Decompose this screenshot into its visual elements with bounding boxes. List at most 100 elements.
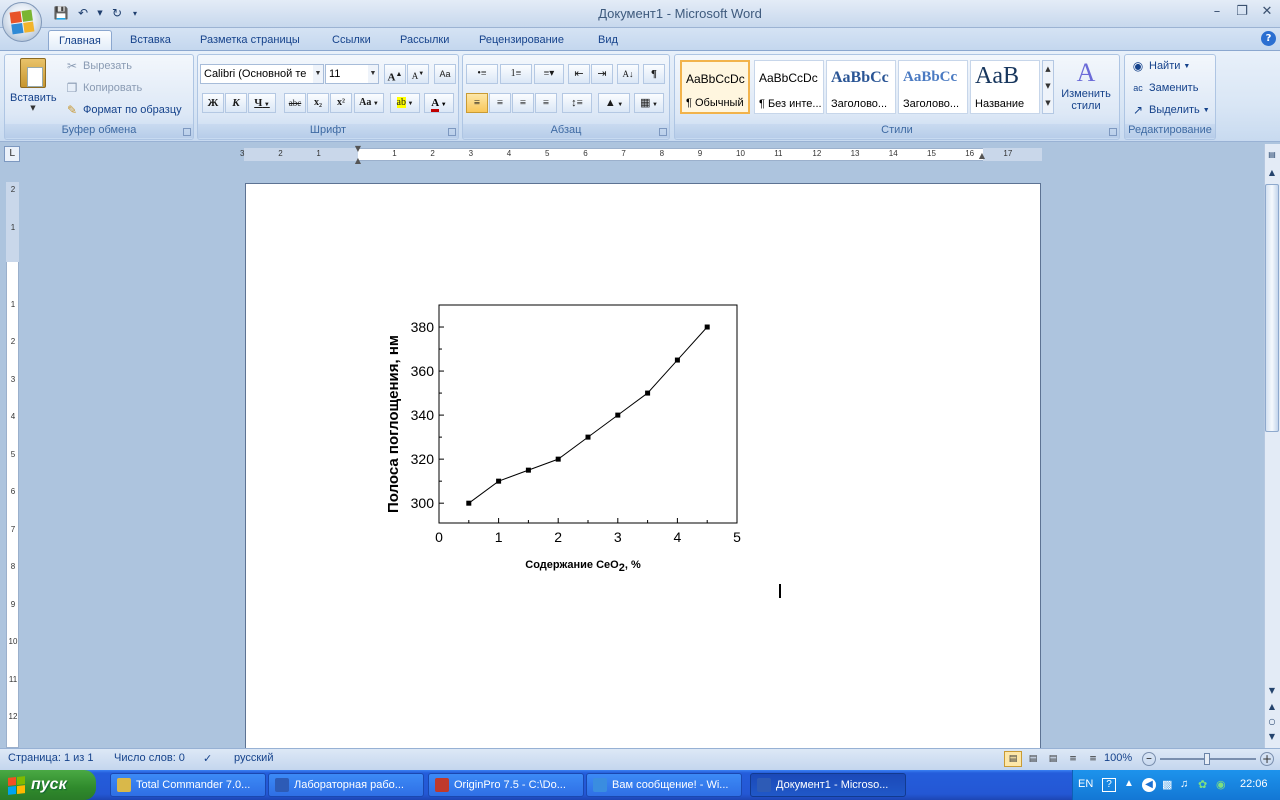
underline-button[interactable]: Ч ▼ (248, 93, 276, 113)
language-indicator[interactable]: русский (234, 752, 273, 764)
right-indent-marker[interactable]: ▲ (976, 151, 988, 160)
cut-button[interactable]: ✂ Вырезать (64, 58, 132, 74)
scroll-thumb[interactable] (1265, 184, 1279, 432)
clock[interactable]: 22:06 (1240, 778, 1268, 790)
tab-view[interactable]: Вид (588, 30, 628, 50)
taskbar-task-button[interactable]: OriginPro 7.5 - C:\Do... (428, 773, 584, 797)
style-heading-1[interactable]: AaBbCc Заголово... (826, 60, 896, 114)
zoom-out-button[interactable]: – (1142, 752, 1156, 766)
font-launcher-icon[interactable] (448, 128, 456, 136)
sort-button[interactable]: A↓ (617, 64, 639, 84)
decrease-indent-button[interactable]: ⇤ (568, 64, 590, 84)
font-color-button[interactable]: A ▼ (424, 93, 454, 113)
first-line-indent-marker[interactable]: ▼ (352, 145, 364, 153)
tab-review[interactable]: Рецензирование (469, 30, 574, 50)
clipboard-launcher-icon[interactable] (183, 128, 191, 136)
vertical-ruler[interactable] (6, 182, 19, 748)
font-size-select[interactable]: 11 ▼ (325, 64, 379, 84)
paste-button[interactable]: Вставить ▼ (10, 58, 57, 120)
next-page-button[interactable]: ▼ (1265, 730, 1279, 744)
word-count[interactable]: Число слов: 0 (114, 752, 185, 764)
paragraph-launcher-icon[interactable] (659, 128, 667, 136)
format-painter-button[interactable]: ✎ Формат по образцу (64, 102, 182, 118)
style-no-spacing[interactable]: AaBbCcDc ¶ Без инте... (754, 60, 824, 114)
style-normal[interactable]: AaBbCcDc ¶ Обычный (680, 60, 750, 114)
tab-home[interactable]: Главная (48, 30, 112, 50)
clear-formatting-button[interactable]: Aa (434, 64, 456, 84)
show-marks-button[interactable]: ¶ (643, 64, 665, 84)
strikethrough-button[interactable]: abc (284, 93, 306, 113)
volume-icon[interactable]: ♫ (1180, 778, 1188, 790)
view-ruler-toggle-icon[interactable]: ▤ (1265, 148, 1279, 162)
previous-page-button[interactable]: ▲ (1265, 700, 1279, 714)
web-layout-view-icon[interactable]: ▤ (1044, 751, 1062, 767)
tray-expand-icon[interactable]: ▲ (1124, 778, 1134, 789)
network-icon[interactable]: ▩ (1162, 778, 1172, 791)
superscript-button[interactable]: x² (330, 93, 352, 113)
start-button[interactable]: пуск (0, 770, 96, 800)
bullets-button[interactable]: •≡ (466, 64, 498, 84)
tab-references[interactable]: Ссылки (322, 30, 381, 50)
input-language[interactable]: EN (1078, 778, 1093, 790)
tray-collapse-icon[interactable]: ◀ (1142, 778, 1156, 792)
align-left-button[interactable]: ≡ (466, 93, 488, 113)
help-icon[interactable]: ? (1261, 31, 1276, 46)
select-browse-object-button[interactable]: ○ (1265, 715, 1279, 729)
style-heading-2[interactable]: AaBbCc Заголово... (898, 60, 968, 114)
styles-launcher-icon[interactable] (1109, 128, 1117, 136)
language-help-icon[interactable]: ? (1102, 778, 1116, 792)
line-spacing-button[interactable]: ↕≡ (562, 93, 592, 113)
bold-button[interactable]: Ж (202, 93, 224, 113)
tab-page-layout[interactable]: Разметка страницы (190, 30, 310, 50)
copy-button[interactable]: ❐ Копировать (64, 80, 143, 96)
print-layout-view-icon[interactable]: ▤ (1004, 751, 1022, 767)
outline-view-icon[interactable]: ≡ (1064, 751, 1082, 767)
proofing-icon[interactable]: ✓ (203, 752, 212, 765)
page-counter[interactable]: Страница: 1 из 1 (8, 752, 94, 764)
shrink-font-button[interactable]: A▼ (407, 64, 429, 84)
security-icon[interactable]: ◉ (1216, 778, 1226, 791)
change-styles-button[interactable]: A Изменить стили (1058, 58, 1114, 120)
multilevel-list-button[interactable]: ≡▾ (534, 64, 564, 84)
grow-font-button[interactable]: A▲ (384, 64, 406, 84)
close-button[interactable]: ✕ (1256, 4, 1278, 22)
scroll-down-button[interactable]: ▼ (1265, 684, 1279, 698)
office-button[interactable] (2, 2, 42, 42)
taskbar-task-button[interactable]: Total Commander 7.0... (110, 773, 266, 797)
select-button[interactable]: ↗ Выделить ▼ (1130, 102, 1210, 118)
taskbar-task-button[interactable]: Документ1 - Microso... (750, 773, 906, 797)
scroll-up-button[interactable]: ▲ (1265, 166, 1279, 180)
subscript-button[interactable]: x₂ (307, 93, 329, 113)
left-indent-marker[interactable]: ▲ (352, 156, 364, 165)
zoom-level[interactable]: 100% (1104, 752, 1132, 764)
tab-insert[interactable]: Вставка (120, 30, 181, 50)
styles-gallery-scroll[interactable]: ▲ ▼ ▼ (1042, 60, 1054, 114)
increase-indent-button[interactable]: ⇥ (591, 64, 613, 84)
change-case-button[interactable]: Aa ▼ (354, 93, 384, 113)
tab-mailings[interactable]: Рассылки (390, 30, 459, 50)
minimize-button[interactable]: – (1206, 4, 1228, 22)
full-screen-view-icon[interactable]: ▤ (1024, 751, 1042, 767)
font-name-dropdown-icon[interactable]: ▼ (313, 65, 323, 83)
taskbar-task-button[interactable]: Лабораторная рабо... (268, 773, 424, 797)
justify-button[interactable]: ≡ (535, 93, 557, 113)
borders-button[interactable]: ▦ ▼ (634, 93, 664, 113)
highlight-button[interactable]: ab ▼ (390, 93, 420, 113)
zoom-in-button[interactable]: + (1260, 752, 1274, 766)
align-right-button[interactable]: ≡ (512, 93, 534, 113)
style-title[interactable]: AaB Название (970, 60, 1040, 114)
taskbar-task-button[interactable]: Вам сообщение! - Wi... (586, 773, 742, 797)
zoom-slider-thumb[interactable] (1204, 753, 1210, 765)
replace-button[interactable]: ac Заменить (1130, 80, 1198, 96)
shading-button[interactable]: ▲ ▼ (598, 93, 630, 113)
numbering-button[interactable]: 1≡ (500, 64, 532, 84)
align-center-button[interactable]: ≡ (489, 93, 511, 113)
maximize-button[interactable]: ❐ (1231, 4, 1253, 22)
tray-app-icon[interactable]: ✿ (1198, 778, 1207, 791)
draft-view-icon[interactable]: ≡ (1084, 751, 1102, 767)
font-name-select[interactable]: Calibri (Основной те ▼ (200, 64, 324, 84)
find-button[interactable]: ◉ Найти ▼ (1130, 58, 1191, 74)
font-size-dropdown-icon[interactable]: ▼ (368, 65, 378, 83)
italic-button[interactable]: К (225, 93, 247, 113)
tab-selector-button[interactable]: L (4, 146, 20, 162)
